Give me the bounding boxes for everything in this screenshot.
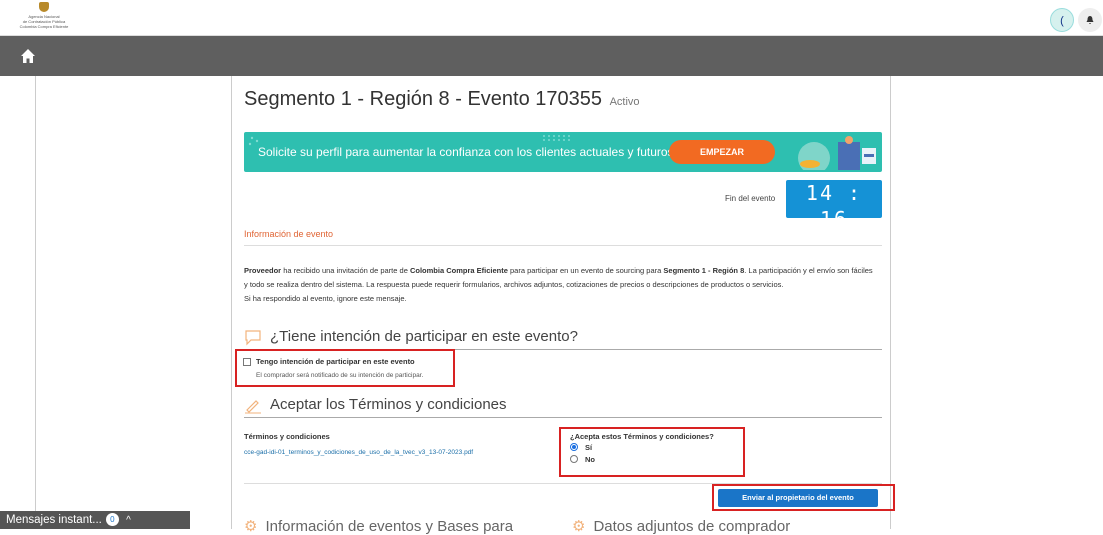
countdown-timer: 14 : 16 días hrs <box>786 180 882 239</box>
invitation-text: Proveedor ha recibido una invitación de … <box>244 264 874 306</box>
intent-highlight-box <box>235 349 455 387</box>
start-button[interactable]: EMPEZAR <box>669 140 775 164</box>
accept-yes-radio[interactable] <box>570 443 578 451</box>
speech-bubble-icon <box>245 330 261 346</box>
intro-supplier: Proveedor <box>244 266 282 275</box>
message-count-badge: 0 <box>105 513 119 526</box>
instant-messages-label: Mensajes instant... <box>6 514 102 526</box>
nav-bar <box>0 36 1103 76</box>
intro-ignore-note: Si ha respondido al evento, ignore este … <box>244 294 407 303</box>
notifications-bell-icon[interactable] <box>1078 8 1102 32</box>
pen-sign-icon <box>245 400 261 414</box>
event-info-heading-text: Información de eventos y Bases para <box>265 518 514 535</box>
instant-messages-bar[interactable]: Mensajes instant... 0 ^ <box>0 511 190 529</box>
chevron-up-icon[interactable]: ^ <box>126 515 131 526</box>
accept-no-label[interactable]: No <box>585 455 595 464</box>
terms-label: Términos y condiciones <box>244 432 330 441</box>
timer-digits: 14 : 16 <box>805 181 863 231</box>
event-panel: Segmento 1 - Región 8 - Evento 170355 Ac… <box>231 76 895 535</box>
profile-banner: Solicite su perfil para aumentar la conf… <box>244 132 882 172</box>
status-label: Activo <box>609 96 640 108</box>
intent-section-header: ¿Tiene intención de participar en este e… <box>244 326 882 350</box>
tab-event-info[interactable]: Información de evento <box>244 229 334 246</box>
days-unit: días <box>808 232 823 239</box>
timer-units: días hrs <box>786 232 882 239</box>
intent-note: El comprador será notificado de su inten… <box>256 372 424 379</box>
crest-icon <box>39 2 49 12</box>
gear-icon: ⚙ <box>572 518 586 535</box>
hours-unit: hrs <box>846 232 858 239</box>
agency-logo[interactable]: Agencia Nacional de Contratación Pública… <box>4 2 84 34</box>
terms-section-header: Aceptar los Términos y condiciones <box>244 394 882 418</box>
logo-line: Colombia Compra Eficiente <box>19 24 69 29</box>
gear-icon: ⚙ <box>244 518 258 535</box>
intro-event: Segmento 1 - Región 8 <box>663 266 745 275</box>
intro-buyer: Colombia Compra Eficiente <box>409 266 508 275</box>
tab-divider <box>244 245 882 246</box>
home-icon[interactable] <box>20 48 36 64</box>
intent-checkbox-label[interactable]: Tengo intención de participar en este ev… <box>256 357 415 366</box>
accept-yes-label[interactable]: Sí <box>585 443 592 452</box>
timer-days: 14 <box>805 181 834 205</box>
page-title: Segmento 1 - Región 8 - Evento 170355 Ac… <box>244 88 640 111</box>
banner-text: Solicite su perfil para aumentar la conf… <box>258 145 677 159</box>
user-initial: ( <box>1060 15 1064 27</box>
terms-file-link[interactable]: cce-gad-idi-01_terminos_y_codiciones_de_… <box>244 449 473 456</box>
profile-illustration-icon <box>798 136 876 170</box>
buyer-attachments-heading-text: Datos adjuntos de comprador <box>593 518 791 535</box>
terms-heading: Aceptar los Términos y condiciones <box>270 396 507 413</box>
buyer-attachments-heading: ⚙ Datos adjuntos de comprador <box>572 517 790 535</box>
accept-no-radio[interactable] <box>570 455 578 463</box>
intent-heading: ¿Tiene intención de participar en este e… <box>270 328 578 345</box>
send-to-owner-button[interactable]: Enviar al propietario del evento <box>718 489 878 507</box>
intro-text-2: para participar en un evento de sourcing… <box>507 266 664 275</box>
event-end-label: Fin del evento <box>725 194 776 203</box>
intent-checkbox[interactable] <box>243 358 251 366</box>
top-bar: Agencia Nacional de Contratación Pública… <box>0 0 1103 36</box>
invitation-paragraph: Proveedor ha recibido una invitación de … <box>244 264 874 292</box>
timer-hours: 16 <box>819 207 849 231</box>
event-info-heading: ⚙ Información de eventos y Bases para <box>244 517 513 535</box>
event-title: Segmento 1 - Región 8 - Evento 170355 <box>244 88 603 110</box>
accept-question: ¿Acepta estos Términos y condiciones? <box>570 432 714 441</box>
user-avatar[interactable]: ( <box>1050 8 1074 32</box>
intro-text-1: ha recibido una invitación de parte de <box>281 266 410 275</box>
left-panel <box>0 76 36 529</box>
